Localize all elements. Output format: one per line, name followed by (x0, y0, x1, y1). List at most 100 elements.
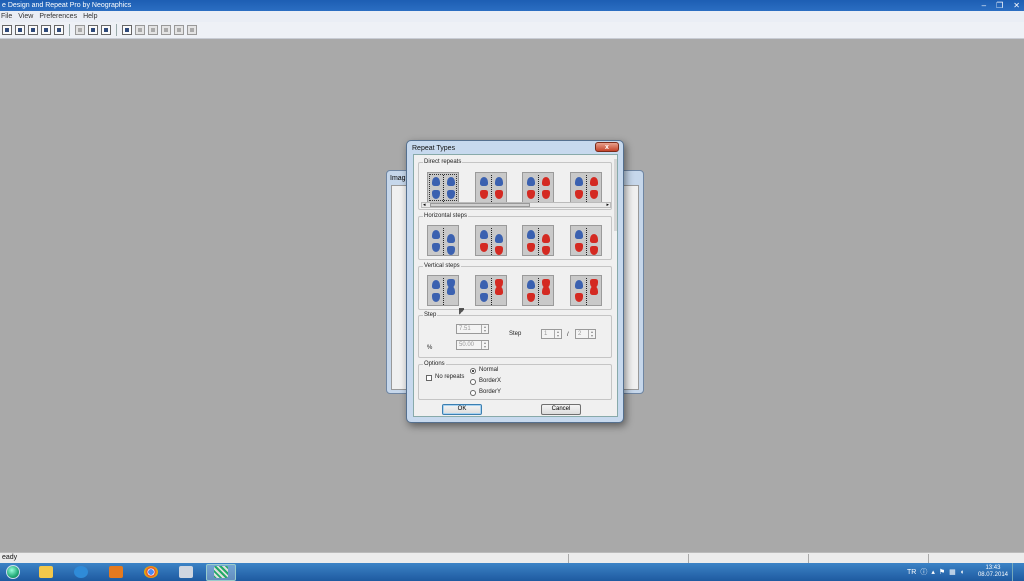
menu-file[interactable]: File (1, 11, 12, 22)
application-icon (179, 566, 193, 578)
layers-icon[interactable] (161, 25, 171, 35)
chrome-icon (144, 566, 158, 578)
taskbar-design-repeat[interactable] (206, 563, 236, 581)
cancel-button[interactable]: Cancel (541, 404, 581, 415)
step-value-field[interactable]: 7.51 ▴ ▾ (456, 324, 489, 334)
options-label: Options (423, 361, 446, 368)
radio-bordery-label: BorderY (479, 389, 502, 395)
step-group-label: Step (423, 312, 438, 319)
close-button[interactable]: ✕ (1013, 0, 1020, 11)
repeat-horizontal-3[interactable] (522, 225, 555, 256)
repeat-vertical-2[interactable] (474, 275, 507, 306)
repeat-direct-1[interactable] (427, 172, 459, 203)
radio-borderx-label: BorderX (479, 378, 502, 384)
step-value-spinner[interactable]: ▴ ▾ (481, 325, 488, 333)
taskbar-ie[interactable] (66, 564, 96, 581)
taskbar-explorer[interactable] (31, 564, 61, 581)
status-bar: eady (0, 552, 1024, 563)
taskbar-media[interactable] (101, 564, 131, 581)
scroll-thumb[interactable] (430, 203, 530, 207)
radio-borderx[interactable] (470, 379, 476, 385)
radio-bordery[interactable] (470, 390, 476, 396)
grid-icon[interactable] (15, 25, 25, 35)
clock[interactable]: 13:43 08.07.2014 (978, 565, 1008, 579)
step-separator: / (567, 332, 569, 338)
media-player-icon (109, 566, 123, 578)
taskbar-app[interactable] (171, 564, 201, 581)
design-repeat-icon (214, 566, 228, 578)
repeat-view-icon[interactable] (122, 25, 132, 35)
settings-icon[interactable] (174, 25, 184, 35)
step-a-text: 1 (544, 331, 548, 337)
system-tray: TR ⓘ ▴ ⚑ ▦ ◖ 13:43 08.07.2014 (907, 563, 1024, 581)
tray-expand-icon[interactable]: ▴ (931, 568, 935, 576)
no-repeats-checkbox[interactable] (426, 375, 432, 381)
repeat-direct-2[interactable] (474, 172, 507, 203)
direct-repeats-scrollbar[interactable]: ◂ ▸ (421, 202, 611, 208)
folder-icon (39, 566, 53, 578)
repeat-horizontal-1[interactable] (427, 225, 459, 256)
step-b-field[interactable]: 2 ▴ ▾ (575, 329, 596, 339)
transform-icon[interactable] (148, 25, 158, 35)
print-icon[interactable] (75, 25, 85, 35)
image-dialog-title: Imag (390, 175, 406, 182)
step-value-text: 7.51 (459, 326, 471, 332)
network-icon[interactable]: ▦ (949, 568, 956, 576)
repeat-vertical-1[interactable] (427, 275, 459, 306)
help-pointer-icon[interactable] (101, 25, 111, 35)
help-icon[interactable]: ⓘ (920, 567, 927, 577)
ok-button[interactable]: OK (442, 404, 482, 415)
percent-text: 50.00 (459, 342, 475, 348)
repeat-vertical-3[interactable] (522, 275, 555, 306)
start-button[interactable] (0, 563, 26, 581)
status-panel (928, 554, 1024, 563)
toolbar (0, 22, 1024, 39)
volume-icon[interactable]: ◖ (960, 569, 964, 576)
toolbar-separator (116, 24, 117, 36)
dialog-title: Repeat Types (412, 145, 456, 152)
about-icon[interactable] (88, 25, 98, 35)
maximize-button[interactable]: ❐ (996, 0, 1003, 11)
horizontal-steps-label: Horizontal steps (423, 213, 469, 220)
taskbar-chrome[interactable] (136, 564, 166, 581)
action-center-icon[interactable]: ⚑ (939, 568, 945, 576)
menu-view[interactable]: View (18, 11, 33, 22)
scroll-left-icon[interactable]: ◂ (423, 202, 426, 208)
dialog-client: Direct repeats ◂ ▸ Horizontal steps Vert… (413, 154, 618, 417)
new-file-icon[interactable] (2, 25, 12, 35)
step-group: Step 7.51 ▴ ▾ % 50.00 ▴ ▾ Step 1 ▴ ▾ / 2 ▴ ▾ (418, 312, 612, 358)
export-icon[interactable] (187, 25, 197, 35)
language-indicator[interactable]: TR (907, 569, 916, 576)
radio-normal-label: Normal (479, 367, 499, 373)
scroll-right-icon[interactable]: ▸ (606, 202, 609, 208)
step-b-text: 2 (578, 331, 582, 337)
options-group: Options No repeats Normal BorderX Border… (418, 361, 612, 400)
step-a-field[interactable]: 1 ▴ ▾ (541, 329, 562, 339)
repeat-horizontal-2[interactable] (474, 225, 507, 256)
show-desktop-button[interactable] (1012, 563, 1018, 581)
repeat-horizontal-4[interactable] (569, 225, 602, 256)
percent-label: % (427, 345, 433, 351)
repeat-vertical-4[interactable] (569, 275, 602, 306)
percent-field[interactable]: 50.00 ▴ ▾ (456, 340, 489, 350)
repeat-direct-4[interactable] (569, 172, 602, 203)
app-title-bar: e Design and Repeat Pro by Neographics –… (0, 0, 1024, 11)
repeat-tool-icon[interactable] (135, 25, 145, 35)
save-as-icon[interactable] (54, 25, 64, 35)
open-folder-icon[interactable] (28, 25, 38, 35)
radio-normal[interactable] (470, 368, 476, 374)
taskbar: TR ⓘ ▴ ⚑ ▦ ◖ 13:43 08.07.2014 (0, 563, 1024, 581)
menu-help[interactable]: Help (83, 11, 97, 22)
minimize-button[interactable]: – (982, 0, 986, 11)
dialog-close-button[interactable]: x (595, 142, 619, 152)
status-panel (688, 554, 808, 563)
menu-preferences[interactable]: Preferences (39, 11, 77, 22)
no-repeats-label: No repeats (435, 374, 465, 380)
percent-spinner[interactable]: ▴ ▾ (481, 341, 488, 349)
step-a-spinner[interactable]: ▴ ▾ (554, 330, 561, 338)
step-b-spinner[interactable]: ▴ ▾ (588, 330, 595, 338)
repeat-direct-3[interactable] (522, 172, 555, 203)
save-icon[interactable] (41, 25, 51, 35)
direct-repeats-label: Direct repeats (423, 159, 463, 166)
status-panel (568, 554, 688, 563)
